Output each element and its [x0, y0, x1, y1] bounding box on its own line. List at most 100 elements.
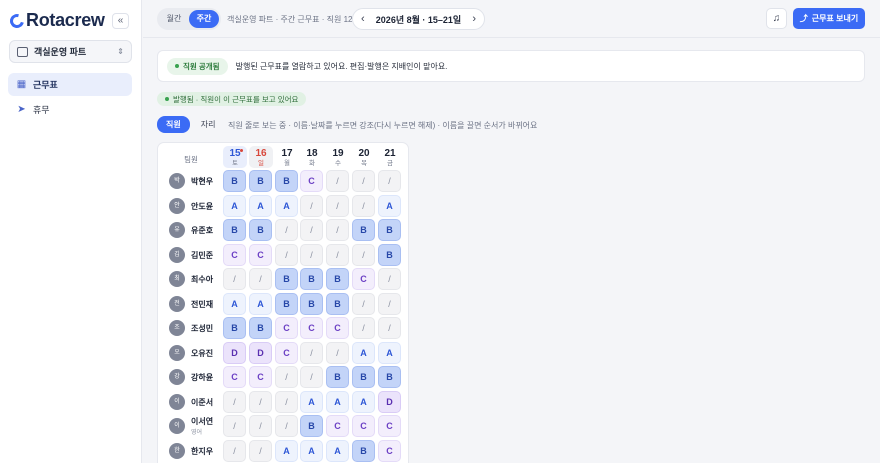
shift-cell[interactable]: /: [249, 415, 272, 437]
shift-cell[interactable]: A: [300, 390, 323, 413]
staff-name[interactable]: 오유진: [191, 348, 213, 359]
shift-cell[interactable]: /: [326, 219, 349, 241]
staff-name[interactable]: 김민준: [191, 250, 213, 261]
shift-cell[interactable]: B: [300, 268, 323, 290]
shift-cell[interactable]: C: [249, 243, 272, 266]
shift-cell[interactable]: B: [326, 292, 349, 315]
shift-cell[interactable]: D: [223, 341, 246, 364]
shift-cell[interactable]: A: [326, 439, 349, 462]
shift-cell[interactable]: C: [352, 268, 375, 290]
shift-cell[interactable]: A: [223, 194, 246, 217]
shift-cell[interactable]: B: [352, 366, 375, 388]
shift-cell[interactable]: /: [352, 243, 375, 266]
team-selector[interactable]: 객실운영 파트 ⇕: [9, 40, 132, 63]
shift-cell[interactable]: B: [223, 170, 246, 192]
day-header-20[interactable]: 20 목: [352, 146, 376, 168]
shift-cell[interactable]: /: [300, 341, 323, 364]
staff-name[interactable]: 강하윤: [191, 372, 213, 383]
shift-cell[interactable]: B: [352, 219, 375, 241]
shift-cell[interactable]: B: [352, 439, 375, 462]
shift-cell[interactable]: D: [249, 341, 272, 364]
shift-cell[interactable]: /: [326, 170, 349, 192]
shift-cell[interactable]: /: [223, 390, 246, 413]
shift-cell[interactable]: /: [223, 439, 246, 462]
shift-cell[interactable]: A: [275, 439, 298, 462]
shift-cell[interactable]: C: [378, 415, 401, 437]
shift-cell[interactable]: B: [326, 366, 349, 388]
shift-cell[interactable]: C: [223, 366, 246, 388]
shift-cell[interactable]: /: [378, 292, 401, 315]
sidebar-item-leave[interactable]: ➤ 휴무: [8, 98, 132, 121]
shift-cell[interactable]: C: [300, 170, 323, 192]
notification-button[interactable]: ♫: [766, 8, 787, 29]
shift-cell[interactable]: /: [352, 292, 375, 315]
shift-cell[interactable]: B: [326, 268, 349, 290]
shift-cell[interactable]: /: [352, 170, 375, 192]
send-schedule-button[interactable]: ⤴ 근무표 보내기: [793, 8, 865, 29]
shift-cell[interactable]: /: [275, 243, 298, 266]
shift-cell[interactable]: /: [249, 439, 272, 462]
shift-cell[interactable]: /: [326, 243, 349, 266]
shift-cell[interactable]: /: [275, 219, 298, 241]
shift-cell[interactable]: /: [378, 317, 401, 339]
shift-cell[interactable]: C: [275, 317, 298, 339]
shift-cell[interactable]: A: [326, 390, 349, 413]
day-header-19[interactable]: 19 수: [326, 146, 350, 168]
staff-name[interactable]: 안도윤: [191, 201, 213, 212]
shift-cell[interactable]: /: [300, 243, 323, 266]
shift-cell[interactable]: C: [300, 317, 323, 339]
shift-cell[interactable]: B: [223, 317, 246, 339]
shift-cell[interactable]: B: [378, 219, 401, 241]
shift-cell[interactable]: /: [300, 366, 323, 388]
day-header-21[interactable]: 21 금: [378, 146, 402, 168]
staff-name[interactable]: 이서연: [191, 416, 213, 427]
shift-cell[interactable]: /: [326, 194, 349, 217]
shift-cell[interactable]: /: [378, 268, 401, 290]
tab-monthly[interactable]: 월간: [159, 10, 189, 28]
shift-cell[interactable]: /: [223, 415, 246, 437]
shift-cell[interactable]: A: [378, 194, 401, 217]
shift-cell[interactable]: /: [352, 194, 375, 217]
staff-name[interactable]: 전민재: [191, 299, 213, 310]
shift-cell[interactable]: A: [352, 341, 375, 364]
tab-by-position[interactable]: 자리: [192, 116, 225, 133]
brand-logo[interactable]: Rotacrew: [7, 10, 105, 31]
shift-cell[interactable]: B: [275, 292, 298, 315]
staff-name[interactable]: 조성민: [191, 323, 213, 334]
shift-cell[interactable]: /: [326, 341, 349, 364]
shift-cell[interactable]: B: [378, 243, 401, 266]
chevron-left-icon[interactable]: ‹: [361, 13, 365, 25]
shift-cell[interactable]: /: [300, 219, 323, 241]
shift-cell[interactable]: C: [378, 439, 401, 462]
shift-cell[interactable]: C: [326, 317, 349, 339]
shift-cell[interactable]: A: [223, 292, 246, 315]
shift-cell[interactable]: B: [249, 170, 272, 192]
shift-cell[interactable]: A: [249, 194, 272, 217]
shift-cell[interactable]: A: [249, 292, 272, 315]
shift-cell[interactable]: /: [249, 268, 272, 290]
shift-cell[interactable]: B: [300, 292, 323, 315]
shift-cell[interactable]: /: [275, 390, 298, 413]
shift-cell[interactable]: B: [249, 219, 272, 241]
shift-cell[interactable]: B: [275, 170, 298, 192]
staff-name[interactable]: 유준호: [191, 225, 213, 236]
shift-cell[interactable]: C: [326, 415, 349, 437]
shift-cell[interactable]: B: [378, 366, 401, 388]
day-header-18[interactable]: 18 화: [300, 146, 324, 168]
chevron-right-icon[interactable]: ›: [472, 13, 476, 25]
tab-by-staff[interactable]: 직원: [157, 116, 190, 133]
day-header-16[interactable]: 16 일: [249, 146, 273, 168]
shift-cell[interactable]: B: [300, 415, 323, 437]
shift-cell[interactable]: /: [275, 366, 298, 388]
staff-name[interactable]: 최수아: [191, 274, 213, 285]
shift-cell[interactable]: C: [223, 243, 246, 266]
staff-name[interactable]: 이준서: [191, 397, 213, 408]
shift-cell[interactable]: A: [275, 194, 298, 217]
shift-cell[interactable]: /: [352, 317, 375, 339]
shift-cell[interactable]: B: [249, 317, 272, 339]
shift-cell[interactable]: A: [352, 390, 375, 413]
shift-cell[interactable]: C: [275, 341, 298, 364]
shift-cell[interactable]: /: [223, 268, 246, 290]
shift-cell[interactable]: B: [223, 219, 246, 241]
shift-cell[interactable]: A: [300, 439, 323, 462]
